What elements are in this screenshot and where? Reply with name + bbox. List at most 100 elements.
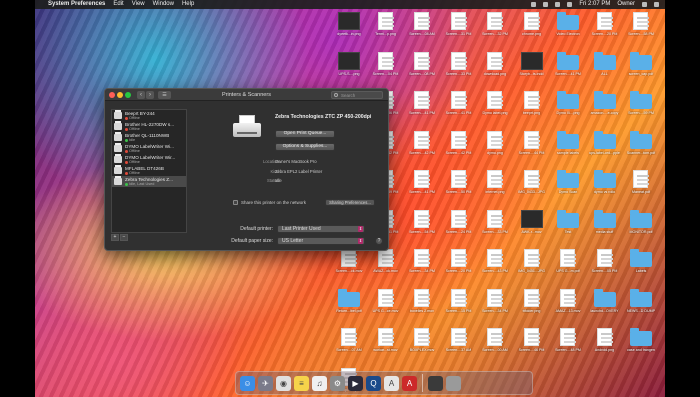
desktop-file-icon[interactable]: ALL — [589, 51, 621, 86]
final-cut-icon[interactable]: ▶ — [348, 375, 363, 391]
help-button[interactable]: ? — [375, 237, 383, 245]
desktop-file-icon[interactable]: Dymo label.png — [479, 91, 511, 125]
remove-printer-button[interactable]: − — [120, 234, 128, 241]
share-printer-label[interactable]: Share this printer on the network — [241, 200, 306, 205]
menu-app-name[interactable]: System Preferences — [48, 0, 105, 9]
desktop-file-icon[interactable]: ups-label-ord...pple — [589, 130, 621, 165]
desktop-file-icon[interactable]: Screen....34 PM — [406, 249, 438, 283]
menu-view[interactable]: View — [132, 0, 145, 9]
menu-clock[interactable]: Fri 2:07 PM — [579, 0, 610, 9]
acrobat-reader-icon[interactable]: A — [402, 375, 417, 391]
notification-center-icon[interactable] — [654, 2, 659, 7]
desktop-file-icon[interactable]: workar...st.mov — [370, 328, 402, 362]
desktop-file-icon[interactable]: internet.png — [479, 170, 511, 204]
desktop-file-icon[interactable]: Screen....24 PM — [443, 209, 475, 244]
desktop-file-icon[interactable]: Screen....58 PM — [625, 12, 657, 46]
desktop-file-icon[interactable]: Screen....33 PM — [479, 209, 511, 244]
desktop-file-icon[interactable]: AWK-r...mov — [516, 209, 548, 244]
finder-icon[interactable]: ☺ — [240, 375, 255, 391]
desktop-file-icon[interactable]: Screen....15 PM — [443, 288, 475, 323]
desktop-file-icon[interactable]: Labels — [625, 249, 657, 283]
desktop-file-icon[interactable]: AMAZ...13.mov — [552, 288, 584, 323]
window-title-bar[interactable]: ‹ › ☰ Printers & Scanners Search — [105, 89, 388, 101]
system-preferences-icon[interactable]: ⚙ — [330, 375, 345, 391]
desktop-file-icon[interactable]: Screen....32 PM — [479, 12, 511, 46]
open-print-queue-button[interactable]: Open Print Queue... — [275, 130, 335, 138]
desktop-file-icon[interactable]: Screen....20 PM — [589, 12, 621, 46]
launchpad-icon[interactable]: ✈ — [258, 375, 273, 391]
chrome-icon[interactable]: ◉ — [276, 375, 291, 391]
acrobat-icon[interactable]: A — [384, 375, 399, 391]
desktop-file-icon[interactable]: MONITOR.pdf — [625, 209, 657, 244]
share-printer-checkbox[interactable] — [233, 200, 238, 205]
desktop-file-icon[interactable]: media stuff — [589, 209, 621, 244]
desktop-file-icon[interactable]: Screen....41 PM — [552, 51, 584, 86]
desktop-file-icon[interactable]: case and trangen — [625, 328, 657, 362]
desktop-file-icon[interactable]: sample labels — [552, 130, 584, 165]
desktop-file-icon[interactable]: Dymo Scan — [552, 170, 584, 204]
notes-icon[interactable]: ≡ — [294, 375, 309, 391]
desktop-file-icon[interactable]: BOXPLEX.mov — [406, 328, 438, 362]
desktop-file-icon[interactable]: Screen....07 AM — [333, 328, 365, 362]
printer-list[interactable]: Beeprt BY-244 Offline Brother HL-2270DW s.… — [111, 109, 187, 233]
printer-list-item[interactable]: Brother QL-1110NWB Idle — [112, 132, 186, 143]
desktop-file-icon[interactable]: Screen....59 PM — [625, 91, 657, 125]
desktop-file-icon[interactable]: Screen....08 PM — [406, 51, 438, 86]
printer-list-item[interactable]: Brother HL-2270DW s... Offline — [112, 121, 186, 132]
desktop-file-icon[interactable]: Screen....04 PM — [370, 51, 402, 86]
desktop-file-icon[interactable]: Screen....08 AM — [406, 12, 438, 46]
battery-icon[interactable] — [567, 2, 573, 7]
desktop-file-icon[interactable]: Screen....54 PM — [406, 209, 438, 244]
volume-icon[interactable] — [555, 2, 561, 7]
add-printer-button[interactable]: + — [111, 234, 119, 241]
desktop-file-icon[interactable]: UPS-S....png — [333, 51, 365, 86]
wifi-icon[interactable] — [543, 2, 549, 7]
printer-list-item[interactable]: DYMO LabelWriter Wir... Offline — [112, 154, 186, 165]
options-supplies-button[interactable]: Options & Supplies... — [275, 143, 335, 151]
desktop-file-icon[interactable]: Storyb...ts.indd — [516, 51, 548, 86]
desktop-file-icon[interactable]: Screen....34 PM — [479, 288, 511, 323]
desktop-file-icon[interactable]: Screen....41 PM — [443, 91, 475, 125]
status-menu-icon[interactable] — [531, 2, 537, 7]
desktop-file-icon[interactable]: dyeetk...in.png — [333, 12, 365, 46]
desktop-file-icon[interactable]: ttfolder.png — [516, 288, 548, 323]
desktop-file-icon[interactable]: Screen....20 PM — [443, 249, 475, 283]
desktop-file-icon[interactable]: Screen....41 PM — [406, 170, 438, 204]
printer-list-item[interactable]: MFLABEL DT426B Offline — [112, 165, 186, 176]
desktop-file-icon[interactable]: download.png — [479, 51, 511, 86]
desktop-file-icon[interactable]: Screen....44 PM — [516, 130, 548, 165]
desktop-file-icon[interactable]: Screen....37 AM — [443, 328, 475, 362]
desktop-file-icon[interactable]: Screen....50 PM — [443, 170, 475, 204]
trash-icon[interactable] — [446, 375, 461, 391]
desktop-file-icon[interactable]: Screen....05 PM — [589, 249, 621, 283]
desktop-file-icon[interactable]: Screen....46 PM — [516, 328, 548, 362]
search-field[interactable]: Search — [331, 91, 383, 99]
desktop-file-icon[interactable]: dymo vs rollo — [589, 170, 621, 204]
desktop-file-icon[interactable]: AWAZ...ck.mov — [370, 249, 402, 283]
menu-help[interactable]: Help — [182, 0, 194, 9]
desktop-file-icon[interactable]: beeprt.png — [516, 91, 548, 125]
desktop-file-icon[interactable]: Screen....43 PM — [479, 249, 511, 283]
desktop-file-icon[interactable]: Android.png — [589, 328, 621, 362]
desktop-file-icon[interactable]: Screen....42 PM — [443, 130, 475, 165]
desktop-file-icon[interactable]: Screen....48 PM — [552, 328, 584, 362]
spotlight-icon[interactable] — [642, 2, 647, 7]
desktop-file-icon[interactable]: Screen....41 PM — [406, 91, 438, 125]
desktop-file-icon[interactable]: dymo.png — [479, 130, 511, 165]
desktop-file-icon[interactable]: Video Electron — [552, 12, 584, 46]
sharing-preferences-button[interactable]: Sharing Preferences... — [325, 199, 375, 206]
desktop-file-icon[interactable]: Screen....00 AM — [479, 328, 511, 362]
desktop-file-icon[interactable]: Screen....ck.mov — [333, 249, 365, 283]
desktop-file-icon[interactable]: Return...lbel.pdf — [333, 288, 365, 323]
menu-user[interactable]: Owner — [617, 0, 635, 9]
quicktime-icon[interactable]: Q — [366, 375, 381, 391]
desktop-file-icon[interactable]: IMG_0433...JPG — [516, 170, 548, 204]
desktop-file-icon[interactable]: Termi...p.png — [370, 12, 402, 46]
downloads-stack-icon[interactable] — [428, 375, 443, 391]
desktop-file-icon[interactable]: Screen....33 PM — [443, 51, 475, 86]
desktop-file-icon[interactable]: Maneat.pdf — [625, 170, 657, 204]
desktop-file-icon[interactable]: Screen....31 PM — [443, 12, 475, 46]
desktop-file-icon[interactable]: NEWS...D DUMP — [625, 288, 657, 323]
music-icon[interactable]: ♫ — [312, 375, 327, 391]
desktop-file-icon[interactable]: Scanner...tom.pdf — [625, 130, 657, 165]
